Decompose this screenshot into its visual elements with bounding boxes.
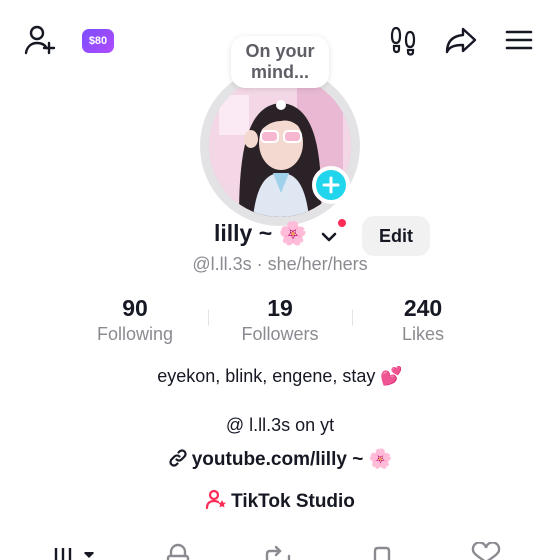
coin-badge[interactable]: $80 xyxy=(82,29,114,53)
private-lock-icon[interactable] xyxy=(160,542,196,560)
edit-profile-button[interactable]: Edit xyxy=(362,216,430,256)
studio-text: TikTok Studio xyxy=(231,491,355,512)
stat-followers[interactable]: 19 Followers xyxy=(205,294,355,346)
liked-heart-icon[interactable] xyxy=(468,542,504,560)
videos-grid-icon[interactable] xyxy=(52,542,98,560)
profile-avatar[interactable] xyxy=(200,66,360,226)
bio-line-1: eyekon, blink, engene, stay 💕 xyxy=(157,366,403,386)
note-line-2: mind... xyxy=(251,62,309,82)
followers-count: 19 xyxy=(267,295,293,321)
share-arrow-icon[interactable] xyxy=(443,22,479,58)
repost-icon[interactable] xyxy=(260,542,296,560)
likes-label: Likes xyxy=(401,324,445,344)
content-tabs xyxy=(0,540,560,560)
link-text: youtube.com/lilly ~ 🌸 xyxy=(191,449,393,470)
chevron-down-icon[interactable] xyxy=(318,226,340,248)
likes-count: 240 xyxy=(403,295,443,321)
name-row: lilly ~ 🌸 Edit xyxy=(0,212,560,258)
notification-dot xyxy=(336,217,348,229)
note-bubble[interactable]: On your mind... xyxy=(231,36,329,88)
hamburger-menu-icon[interactable] xyxy=(501,22,537,58)
followers-label: Followers xyxy=(241,324,319,344)
link-icon xyxy=(168,448,188,474)
following-label: Following xyxy=(96,324,174,344)
following-count: 90 xyxy=(122,295,148,321)
creator-studio-icon xyxy=(205,488,227,516)
stats-row: 90 Following 19 Followers 240 Likes xyxy=(60,294,500,346)
add-friend-icon[interactable] xyxy=(22,22,58,58)
bio-line-2: @ l.ll.3s on yt xyxy=(225,415,335,435)
tiktok-studio-link[interactable]: TikTok Studio xyxy=(0,488,560,516)
username-handle: @l.ll.3s · she/her/hers xyxy=(192,254,368,274)
add-story-button[interactable] xyxy=(312,166,350,204)
stat-likes[interactable]: 240 Likes xyxy=(348,294,498,346)
bookmark-icon[interactable] xyxy=(364,542,400,560)
stat-following[interactable]: 90 Following xyxy=(60,294,210,346)
footprints-icon[interactable] xyxy=(386,22,422,58)
display-name: lilly ~ 🌸 xyxy=(214,220,308,246)
note-line-1: On your xyxy=(245,41,315,61)
profile-link[interactable]: youtube.com/lilly ~ 🌸 xyxy=(0,447,560,474)
